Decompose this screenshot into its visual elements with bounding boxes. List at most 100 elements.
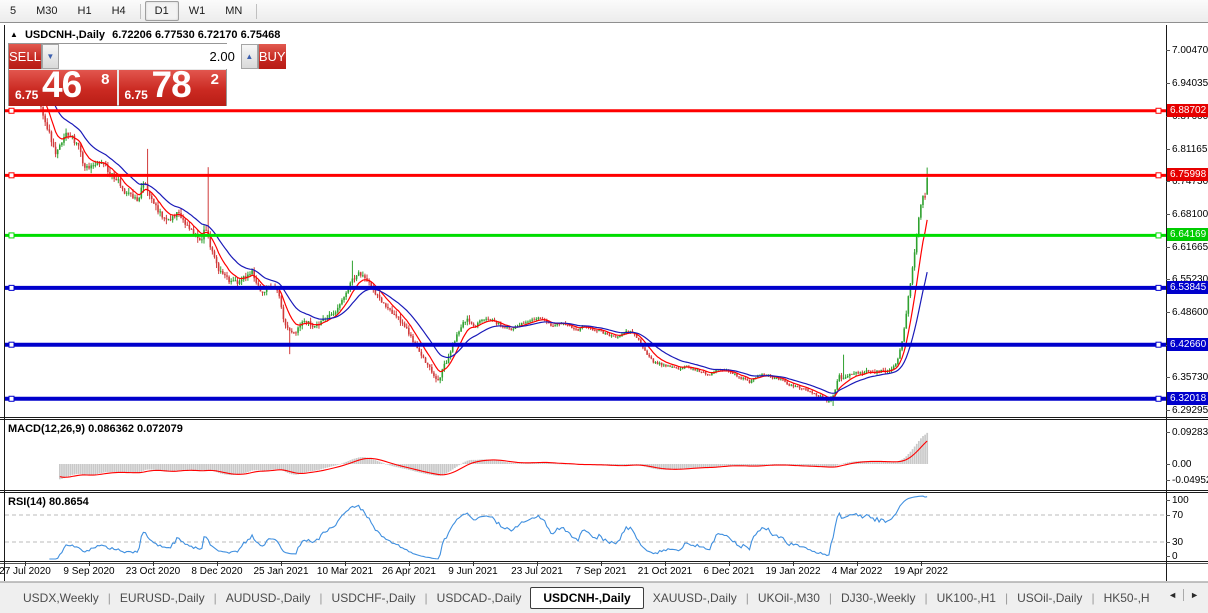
- chart-tab-usdcnh-daily[interactable]: USDCNH-,Daily: [530, 587, 643, 609]
- price-axis-tickmark: [1166, 149, 1170, 150]
- tabs-scroll-right-button[interactable]: ►: [1185, 588, 1204, 602]
- tab-scroll-divider: [1183, 589, 1184, 601]
- timeframe-bar: 5M30H1H4 D1W1MN: [0, 0, 1208, 23]
- date-axis-label: 19 Apr 2022: [894, 566, 948, 577]
- panel-separator[interactable]: [0, 417, 1208, 418]
- indicator-axis-tick: 70: [1172, 510, 1183, 521]
- sell-price-big: 46: [42, 70, 81, 106]
- date-axis-label: 27 Jul 2020: [0, 566, 51, 577]
- rsi-label: RSI(14) 80.8654: [8, 496, 89, 508]
- chart-tab-usoil-daily[interactable]: USOil-,Daily: [1008, 591, 1091, 605]
- buy-button[interactable]: BUY: [259, 44, 286, 69]
- price-axis-tickmark: [1166, 279, 1170, 280]
- collapse-arrow-icon[interactable]: ▲: [10, 30, 18, 39]
- price-level-badge: 6.88702: [1167, 104, 1208, 117]
- price-level-badge: 6.53845: [1167, 281, 1208, 294]
- date-axis-label: 23 Oct 2020: [126, 566, 180, 577]
- date-axis-label: 25 Jan 2021: [253, 566, 308, 577]
- date-axis-label: 21 Oct 2021: [638, 566, 692, 577]
- buy-quote[interactable]: 6.75 78 2: [119, 70, 227, 106]
- volume-decrease-button[interactable]: ▼: [42, 44, 59, 69]
- volume-spinner: ▼ ▲: [41, 44, 259, 69]
- price-level-badge: 6.64169: [1167, 228, 1208, 241]
- chart-tab-usdchf-daily[interactable]: USDCHF-,Daily: [323, 591, 425, 605]
- indicator-axis-tick: 30: [1172, 537, 1183, 548]
- indicator-axis-tick: 0: [1172, 551, 1178, 562]
- volume-input[interactable]: [59, 44, 241, 69]
- chart-tab-usdcad-daily[interactable]: USDCAD-,Daily: [428, 591, 531, 605]
- chart-tab-ukoil-m30[interactable]: UKOil-,M30: [749, 591, 829, 605]
- indicator-axis-tick: 100: [1172, 495, 1189, 506]
- panel-separator[interactable]: [0, 490, 1208, 491]
- timeframe-MN[interactable]: MN: [215, 1, 252, 21]
- price-axis-tickmark: [1166, 50, 1170, 51]
- chart-tab-xauusd-daily[interactable]: XAUUSD-,Daily: [644, 591, 746, 605]
- chart-title: ▲ USDCNH-,Daily 6.72206 6.77530 6.72170 …: [10, 29, 284, 41]
- buy-price-big: 78: [152, 70, 191, 106]
- one-click-trade-panel: SELL ▼ ▲ BUY 6.75 46 8 6.75 78 2: [8, 43, 227, 106]
- date-axis-label: 6 Dec 2021: [703, 566, 754, 577]
- macd-label: MACD(12,26,9) 0.086362 0.072079: [8, 423, 183, 435]
- date-axis-label: 19 Jan 2022: [765, 566, 820, 577]
- indicator-axis-tick: 0.092832: [1172, 427, 1208, 438]
- buy-price-pip: 2: [211, 71, 219, 88]
- sell-button[interactable]: SELL: [9, 44, 41, 69]
- indicator-axis-tickmark: [1166, 480, 1170, 481]
- date-axis-label: 7 Sep 2021: [575, 566, 626, 577]
- indicator-axis-tickmark: [1166, 464, 1170, 465]
- panel-separator: [0, 419, 1208, 420]
- chart-tab-hk50-h[interactable]: HK50-,H: [1095, 591, 1159, 605]
- price-axis-tick: 6.81165: [1172, 144, 1207, 155]
- chart-tab-bar: USDX,Weekly|EURUSD-,Daily|AUDUSD-,Daily|…: [0, 582, 1208, 613]
- sell-price-pip: 8: [101, 71, 109, 88]
- chart-tab-usdx-weekly[interactable]: USDX,Weekly: [14, 591, 108, 605]
- panel-separator[interactable]: [0, 561, 1208, 562]
- plot-left-border: [4, 25, 5, 581]
- price-axis-tickmark: [1166, 181, 1170, 182]
- date-axis-label: 4 Mar 2022: [832, 566, 883, 577]
- chart-tab-audusd-daily[interactable]: AUDUSD-,Daily: [217, 591, 320, 605]
- date-axis-label: 10 Mar 2021: [317, 566, 373, 577]
- price-level-badge: 6.32018: [1167, 392, 1208, 405]
- chart-ohlc-values: 6.72206 6.77530 6.72170 6.75468: [112, 29, 280, 41]
- price-axis-tick: 6.94035: [1172, 78, 1208, 89]
- timeframe-M30[interactable]: M30: [26, 1, 67, 21]
- date-axis-label: 9 Jun 2021: [448, 566, 498, 577]
- price-axis-tick: 6.29295: [1172, 405, 1208, 416]
- timeframe-5[interactable]: 5: [0, 1, 26, 21]
- sell-quote[interactable]: 6.75 46 8: [9, 70, 117, 106]
- chart-tab-uk100-h1[interactable]: UK100-,H1: [928, 591, 1005, 605]
- price-axis-tickmark: [1166, 410, 1170, 411]
- date-axis-label: 9 Sep 2020: [63, 566, 114, 577]
- indicator-axis-tick: 0.00: [1172, 459, 1191, 470]
- timeframe-H4[interactable]: H4: [102, 1, 136, 21]
- price-axis-tickmark: [1166, 247, 1170, 248]
- indicator-axis-tick: -0.049521: [1172, 475, 1208, 486]
- indicator-axis-tickmark: [1166, 432, 1170, 433]
- price-level-badge: 6.75998: [1167, 168, 1208, 181]
- panel-separator: [0, 563, 1208, 564]
- chart-tab-dj30-weekly[interactable]: DJ30-,Weekly: [832, 591, 924, 605]
- price-axis-tickmark: [1166, 377, 1170, 378]
- price-axis-tick: 6.35730: [1172, 372, 1208, 383]
- chart-tab-eurusd-daily[interactable]: EURUSD-,Daily: [111, 591, 214, 605]
- panel-separator: [0, 492, 1208, 493]
- price-axis-tickmark: [1166, 83, 1170, 84]
- price-axis-tickmark: [1166, 214, 1170, 215]
- price-axis-tick: 6.68100: [1172, 209, 1208, 220]
- indicator-axis-tickmark: [1166, 542, 1170, 543]
- date-axis-label: 26 Apr 2021: [382, 566, 436, 577]
- timeframe-W1[interactable]: W1: [179, 1, 216, 21]
- price-axis-tick: 7.00470: [1172, 45, 1208, 56]
- tab-scroll-buttons: ◄ ►: [1163, 588, 1204, 602]
- volume-increase-button[interactable]: ▲: [241, 44, 258, 69]
- indicator-axis-tickmark: [1166, 556, 1170, 557]
- timeframe-H1[interactable]: H1: [68, 1, 102, 21]
- price-axis-tick: 6.48600: [1172, 307, 1208, 318]
- tabs-scroll-left-button[interactable]: ◄: [1163, 588, 1182, 602]
- toolbar-separator: [256, 4, 257, 19]
- timeframe-D1[interactable]: D1: [145, 1, 179, 21]
- mt4-chart-window: 5M30H1H4 D1W1MN ▲ USDCNH-,Daily 6.72206 6…: [0, 0, 1208, 613]
- date-axis-label: 23 Jul 2021: [511, 566, 563, 577]
- buy-price-prefix: 6.75: [125, 88, 148, 102]
